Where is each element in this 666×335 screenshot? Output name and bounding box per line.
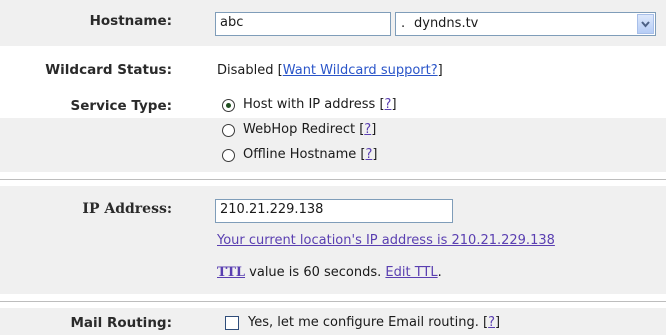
service-option-offline: Offline Hostname [?]: [243, 147, 377, 162]
divider: [0, 179, 666, 180]
wildcard-support-link[interactable]: Want Wildcard support?: [283, 63, 438, 78]
wildcard-status-value: Disabled: [217, 63, 274, 78]
bracket-close-2: ]: [371, 122, 377, 137]
service-option-offline-label: Offline Hostname: [243, 147, 357, 162]
divider: [0, 301, 666, 302]
mail-routing-checkbox[interactable]: [225, 316, 239, 330]
ip-address-input[interactable]: 210.21.229.138: [215, 199, 453, 223]
service-radio-offline[interactable]: [222, 149, 235, 162]
service-option-host-label: Host with IP address: [243, 97, 376, 112]
bracket-close-3: ]: [372, 147, 378, 162]
wildcard-status: Disabled [Want Wildcard support?]: [217, 63, 443, 78]
ttl-text: value is 60 seconds.: [245, 265, 386, 280]
bracket-close-1: ]: [391, 97, 397, 112]
service-radio-host[interactable]: [222, 99, 235, 112]
service-option-webhop-label: WebHop Redirect: [243, 122, 356, 137]
wildcard-label: Wildcard Status:: [45, 62, 172, 78]
service-option-webhop: WebHop Redirect [?]: [243, 122, 376, 137]
mail-routing-option: Yes, let me configure Email routing. [?]: [248, 315, 500, 330]
service-type-label: Service Type:: [70, 98, 172, 114]
mail-routing-checkbox-label: Yes, let me configure Email routing.: [248, 315, 479, 330]
service-option-host: Host with IP address [?]: [243, 97, 397, 112]
wildcard-bracket-close: ]: [437, 63, 443, 78]
domain-select[interactable]: . dyndns.tv: [395, 12, 656, 36]
mail-routing-label: Mail Routing:: [70, 315, 172, 331]
domain-select-value: dyndns.tv: [414, 16, 479, 31]
chevron-down-icon[interactable]: [637, 14, 654, 34]
ttl-period: .: [437, 265, 442, 280]
ttl-link[interactable]: TTL: [217, 265, 245, 280]
ip-address-label: IP Address:: [82, 201, 172, 217]
ttl-row: TTL value is 60 seconds. Edit TTL.: [217, 265, 442, 280]
current-ip-link[interactable]: Your current location's IP address is 21…: [217, 233, 555, 248]
hostname-input[interactable]: abc: [215, 12, 391, 36]
current-ip-row: Your current location's IP address is 21…: [217, 233, 555, 248]
hostname-label: Hostname:: [89, 13, 172, 29]
help-link-mail[interactable]: ?: [488, 315, 495, 330]
service-radio-webhop[interactable]: [222, 124, 235, 137]
edit-ttl-link[interactable]: Edit TTL: [385, 265, 437, 280]
domain-dot: .: [401, 16, 406, 31]
bracket-close-4: ]: [495, 315, 501, 330]
